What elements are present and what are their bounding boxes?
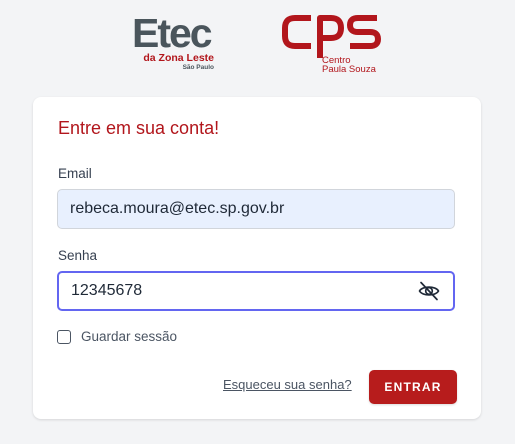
etec-logo-subtitle: da Zona Leste: [143, 52, 214, 64]
eye-off-icon: [418, 281, 440, 301]
cps-logo-mark: [282, 15, 381, 58]
remember-session-checkbox[interactable]: [57, 330, 71, 344]
submit-button[interactable]: ENTRAR: [369, 370, 457, 404]
remember-session-option[interactable]: Guardar sessão: [57, 329, 177, 345]
etec-logo-city: São Paulo: [182, 64, 214, 71]
cps-logo: Centro Paula Souza: [282, 8, 382, 78]
forgot-password-link[interactable]: Esqueceu sua senha?: [223, 377, 352, 393]
password-input[interactable]: [57, 271, 455, 311]
password-visibility-toggle[interactable]: [417, 279, 441, 303]
etec-logo: Etec da Zona Leste São Paulo: [132, 10, 218, 74]
remember-session-label: Guardar sessão: [81, 329, 178, 344]
login-title: Entre em sua conta!: [58, 118, 220, 138]
email-input[interactable]: [57, 189, 455, 229]
cps-logo-line2: Paula Souza: [322, 64, 376, 75]
password-label: Senha: [58, 248, 98, 263]
login-card: Entre em sua conta! Email Senha Guardar …: [33, 97, 481, 419]
email-label: Email: [58, 166, 92, 181]
etec-logo-wordmark: Etec: [132, 10, 213, 56]
